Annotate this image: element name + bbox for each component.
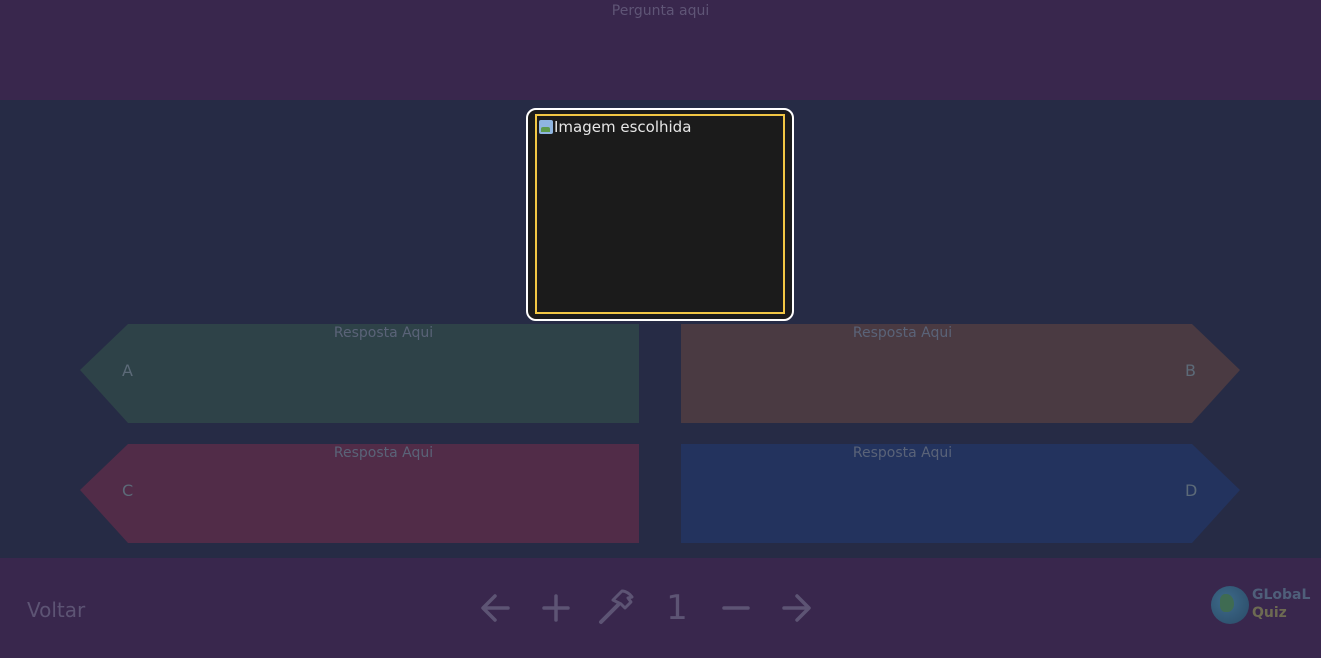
answer-b-letter: B: [1185, 361, 1196, 380]
question-bar: Pergunta aqui: [0, 0, 1321, 100]
back-button[interactable]: Voltar: [27, 598, 85, 622]
previous-question-button[interactable]: [476, 588, 516, 628]
plus-icon: [542, 594, 570, 622]
arrow-right-icon: [782, 594, 811, 622]
broken-image-placeholder: Imagem escolhida: [539, 118, 691, 136]
add-question-button[interactable]: [536, 588, 576, 628]
next-question-button[interactable]: [776, 588, 816, 628]
global-quiz-logo: GLobaL Quiz: [1211, 586, 1311, 626]
question-image-frame[interactable]: Imagem escolhida: [526, 108, 794, 321]
remove-question-button[interactable]: [716, 588, 756, 628]
logo-text-line2: Quiz: [1252, 605, 1287, 621]
footer-bar: Voltar 1 GLobaL Quiz: [0, 558, 1321, 658]
globe-icon: [1211, 586, 1249, 624]
arrow-left-icon: [481, 594, 510, 622]
image-alt-text: Imagem escolhida: [554, 118, 692, 136]
minus-icon: [722, 606, 750, 610]
answer-option-b[interactable]: Resposta Aqui B: [0, 324, 1321, 424]
question-image[interactable]: Imagem escolhida: [535, 114, 785, 314]
broken-image-icon: [539, 120, 553, 134]
edit-question-button[interactable]: [596, 588, 636, 628]
hammer-icon: [599, 589, 634, 624]
answer-d-text[interactable]: Resposta Aqui: [681, 445, 1124, 461]
answer-b-text[interactable]: Resposta Aqui: [681, 325, 1124, 341]
question-text[interactable]: Pergunta aqui: [0, 3, 1321, 19]
answer-option-d[interactable]: Resposta Aqui D: [0, 444, 1321, 544]
answer-d-letter: D: [1185, 481, 1198, 500]
page-number: 1: [666, 588, 688, 628]
logo-text-line1: GLobaL: [1252, 587, 1311, 603]
